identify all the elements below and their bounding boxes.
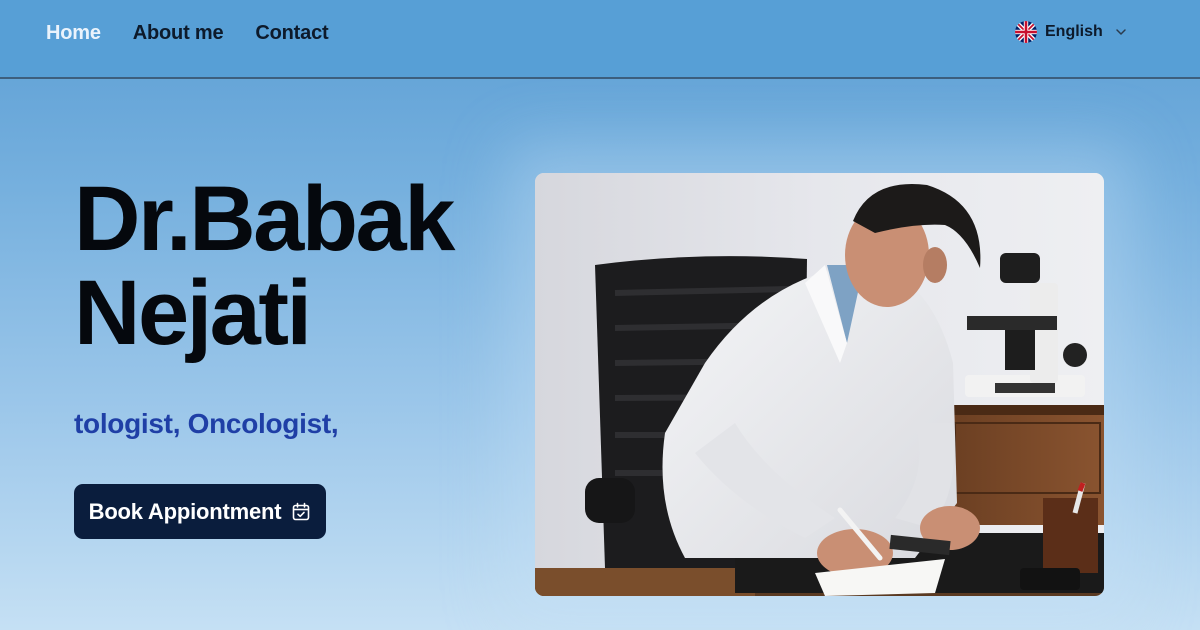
language-selector[interactable]: English [1015, 21, 1127, 43]
book-appointment-button[interactable]: Book Appiontment [74, 484, 326, 539]
hero-title-line2: Nejati [74, 262, 312, 364]
hero-title: Dr.Babak Nejati [74, 168, 455, 364]
hero-title-line1: Dr.Babak [74, 168, 455, 270]
top-navbar: Home About me Contact English [0, 0, 1200, 79]
doctor-photo [535, 173, 1104, 596]
nav-link-home[interactable]: Home [46, 22, 101, 45]
chevron-down-icon [1116, 29, 1126, 35]
main-nav: Home About me Contact [46, 22, 329, 45]
nav-link-contact[interactable]: Contact [255, 22, 328, 45]
doctor-photo-illustration [535, 173, 1104, 596]
book-appointment-label: Book Appiontment [88, 498, 282, 524]
hero-subtitle-typing: tologist, Oncologist, [74, 408, 339, 439]
nav-link-about-me[interactable]: About me [133, 22, 224, 45]
uk-flag-icon [1015, 21, 1037, 43]
calendar-check-icon [293, 502, 310, 520]
language-label: English [1045, 23, 1103, 40]
